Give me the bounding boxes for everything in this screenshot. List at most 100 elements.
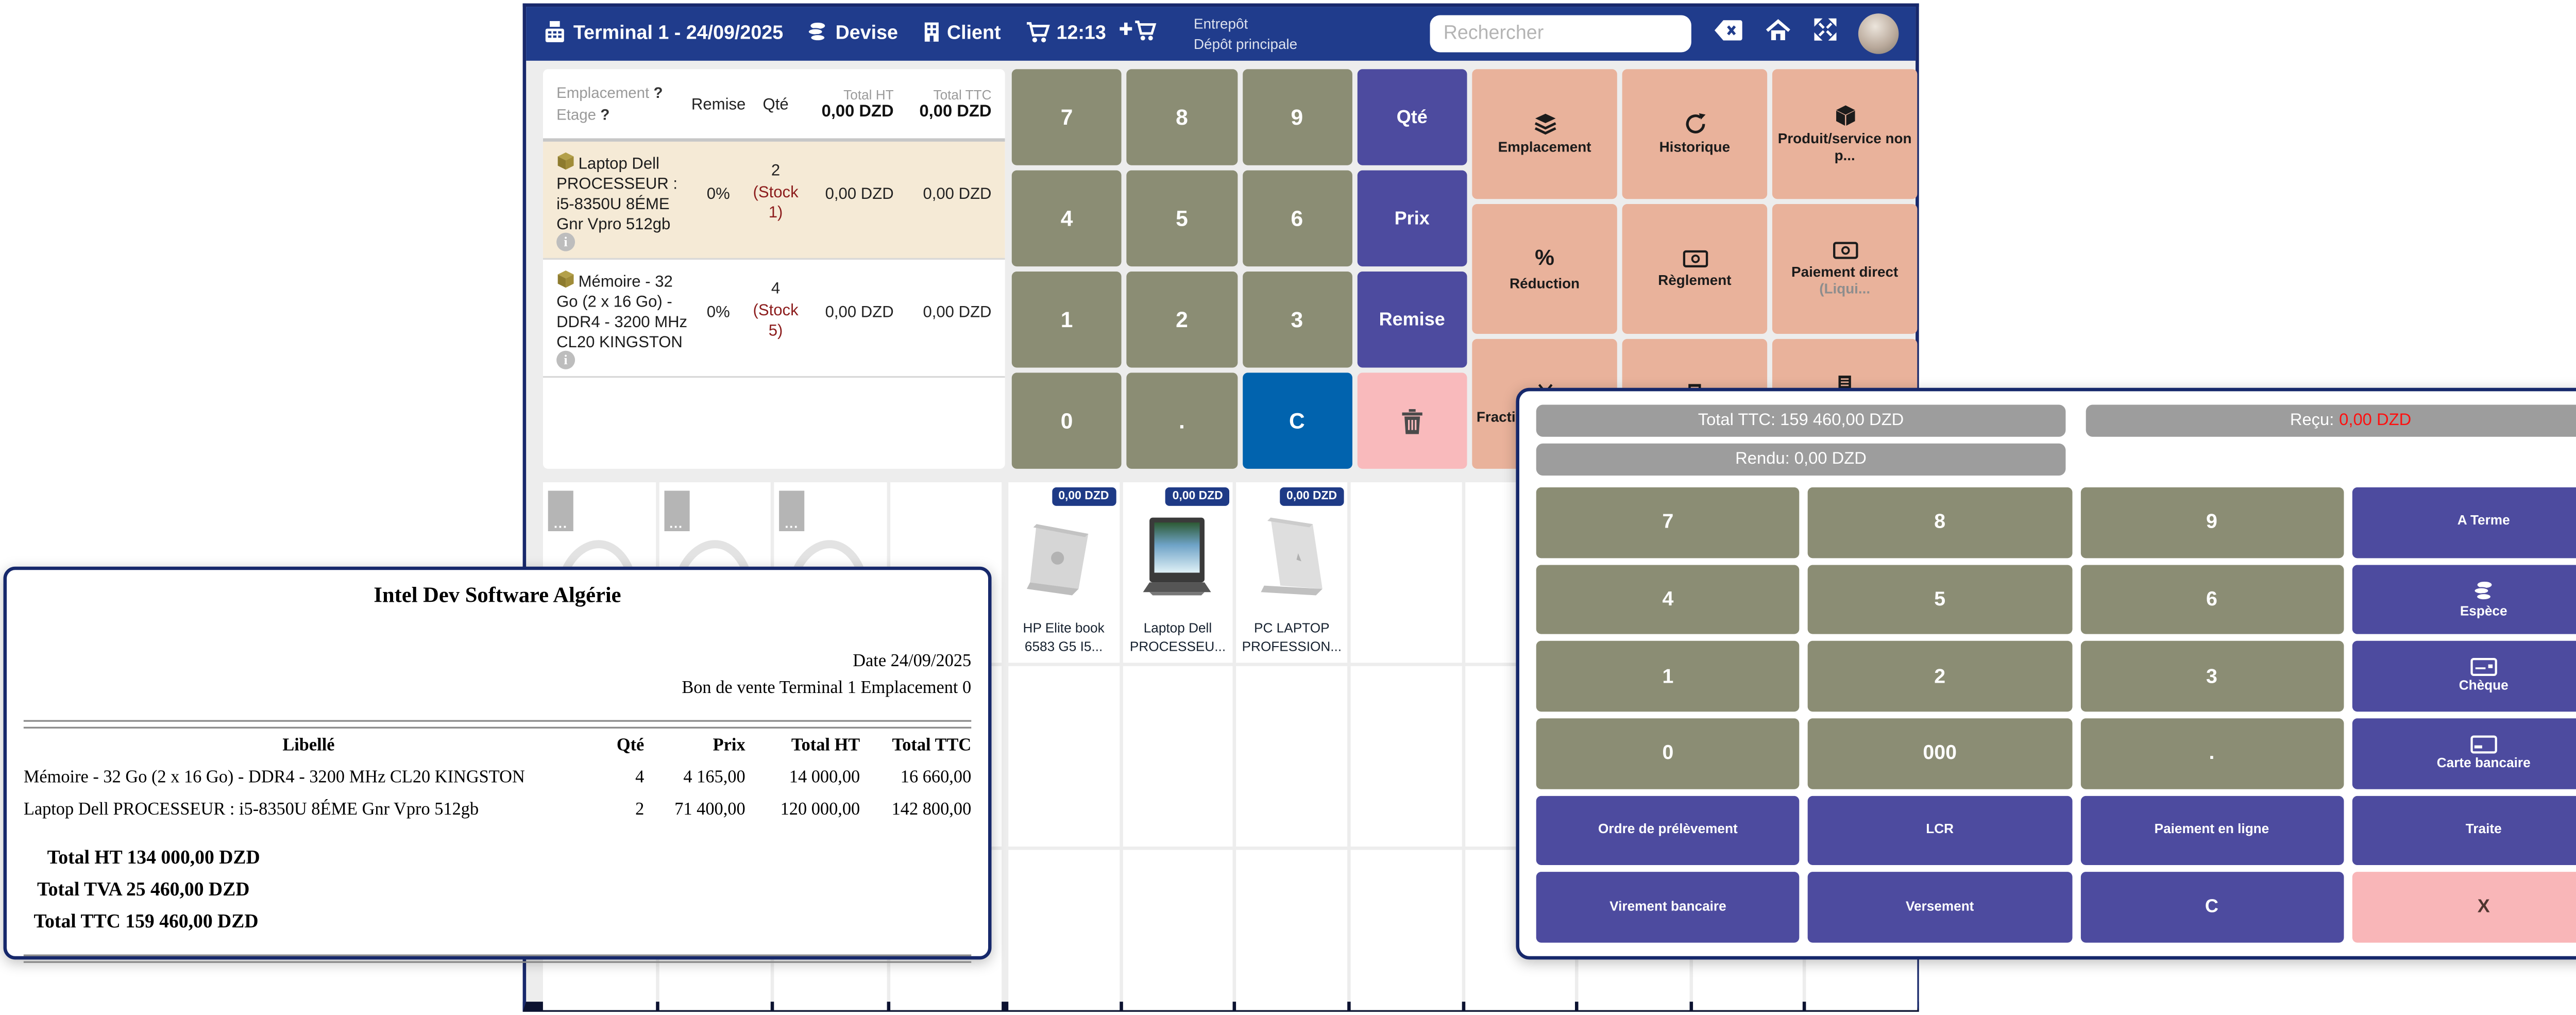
key-6[interactable]: 6 bbox=[1242, 171, 1352, 267]
info-icon[interactable]: i bbox=[556, 233, 575, 251]
empty-product-cell bbox=[1123, 666, 1233, 847]
cart-icon bbox=[1024, 20, 1049, 48]
cart-item-laptop-dell[interactable]: Laptop Dell PROCESSEUR : i5-8350U 8ÉME G… bbox=[543, 142, 1005, 260]
search-input[interactable] bbox=[1430, 15, 1691, 52]
divider bbox=[24, 954, 971, 962]
key-4[interactable]: 4 bbox=[1012, 171, 1122, 267]
cart-item-memoire[interactable]: Mémoire - 32 Go (2 x 16 Go) - DDR4 - 320… bbox=[543, 260, 1005, 378]
receipt-row: Mémoire - 32 Go (2 x 16 Go) - DDR4 - 320… bbox=[24, 768, 971, 788]
key-5[interactable]: 5 bbox=[1127, 171, 1237, 267]
pay-key-5[interactable]: 5 bbox=[1808, 564, 2071, 634]
home-button[interactable] bbox=[1766, 18, 1791, 49]
pay-method-espece[interactable]: Espèce bbox=[2352, 564, 2576, 634]
produit-service-button[interactable]: Produit/service non p... bbox=[1772, 69, 1917, 199]
empty-product-cell bbox=[1350, 482, 1461, 663]
item-qty: 4 (Stock 5) bbox=[745, 281, 806, 343]
pay-method-lcr[interactable]: LCR bbox=[1808, 796, 2071, 866]
item-total-ttc: 0,00 DZD bbox=[894, 303, 992, 322]
pay-key-000[interactable]: 000 bbox=[1808, 718, 2071, 788]
emplacement-button[interactable]: Emplacement bbox=[1472, 69, 1617, 199]
payment-total-display: Total TTC: 159 460,00 DZD bbox=[1536, 405, 2066, 437]
key-discount[interactable]: Remise bbox=[1357, 272, 1467, 368]
key-dot[interactable]: . bbox=[1127, 373, 1237, 469]
product-card-laptop-dell[interactable]: 0,00 DZD Laptop Dell PROCESSEU... bbox=[1123, 482, 1233, 663]
col-total-ht: Total HT bbox=[745, 736, 860, 756]
pay-key-0[interactable]: 0 bbox=[1536, 718, 1800, 788]
total-ttc-label: Total TTC bbox=[894, 88, 992, 103]
pay-key-9[interactable]: 9 bbox=[2080, 487, 2343, 557]
pay-key-7[interactable]: 7 bbox=[1536, 487, 1800, 557]
laptop-image bbox=[1023, 513, 1104, 601]
item-total-ttc: 0,00 DZD bbox=[894, 184, 992, 203]
empty-product-cell bbox=[1236, 850, 1347, 1010]
receipt-total-tva: Total TVA 25 460,00 DZD bbox=[24, 875, 971, 907]
expand-arrows-icon bbox=[1812, 17, 1838, 50]
empty-product-cell bbox=[1123, 850, 1233, 1010]
fullscreen-button[interactable] bbox=[1812, 17, 1838, 50]
row-total-ttc: 142 800,00 bbox=[860, 801, 971, 821]
key-qty[interactable]: Qté bbox=[1357, 69, 1467, 165]
method-label: Chèque bbox=[2459, 680, 2509, 695]
client-button[interactable]: Client bbox=[922, 20, 1001, 48]
user-avatar[interactable] bbox=[1858, 13, 1899, 54]
pay-method-paiement-en-ligne[interactable]: Paiement en ligne bbox=[2080, 796, 2343, 866]
reduction-button[interactable]: % Réduction bbox=[1472, 204, 1617, 334]
receipt-row: Laptop Dell PROCESSEUR : i5-8350U 8ÉME G… bbox=[24, 801, 971, 821]
payment-displays: Total TTC: 159 460,00 DZD Reçu: 0,00 DZD… bbox=[1536, 405, 2576, 476]
key-3[interactable]: 3 bbox=[1242, 272, 1352, 368]
receipt-totals: Total HT 134 000,00 DZD Total TVA 25 460… bbox=[24, 843, 971, 939]
pay-method-virement-bancaire[interactable]: Virement bancaire bbox=[1536, 872, 1800, 942]
col-prix: Prix bbox=[644, 736, 745, 756]
pay-key-4[interactable]: 4 bbox=[1536, 564, 1800, 634]
key-clear[interactable]: C bbox=[1242, 373, 1352, 469]
item-name: Laptop Dell PROCESSEUR : i5-8350U 8ÉME G… bbox=[556, 152, 691, 235]
paiement-direct-button[interactable]: Paiement direct (Liqui... bbox=[1772, 204, 1917, 334]
historique-button[interactable]: Historique bbox=[1622, 69, 1767, 199]
empty-product-cell bbox=[1008, 666, 1119, 847]
cart-time[interactable]: 12:13 bbox=[1024, 20, 1106, 48]
key-2[interactable]: 2 bbox=[1127, 272, 1237, 368]
action-label: Paiement direct (Liqui... bbox=[1775, 264, 1913, 297]
pay-key-dot[interactable]: . bbox=[2080, 718, 2343, 788]
key-0[interactable]: 0 bbox=[1012, 373, 1122, 469]
emplacement-label: Emplacement bbox=[556, 83, 649, 100]
package-icon bbox=[556, 270, 575, 289]
devise-button[interactable]: Devise bbox=[807, 20, 898, 48]
pay-method-versement[interactable]: Versement bbox=[1808, 872, 2071, 942]
pay-clear-button[interactable]: C bbox=[2080, 872, 2343, 942]
cart-total-ttc: Total TTC 0,00 DZD bbox=[894, 88, 992, 121]
location-selector[interactable]: Emplacement ? Etage ? bbox=[556, 82, 691, 127]
key-price[interactable]: Prix bbox=[1357, 171, 1467, 267]
pay-key-1[interactable]: 1 bbox=[1536, 641, 1800, 712]
backspace-button[interactable] bbox=[1713, 18, 1743, 49]
price-badge: 0,00 DZD bbox=[1166, 487, 1230, 506]
pay-key-8[interactable]: 8 bbox=[1808, 487, 2071, 557]
info-icon[interactable]: i bbox=[556, 351, 575, 369]
pay-key-3[interactable]: 3 bbox=[2080, 641, 2343, 712]
key-delete[interactable] bbox=[1357, 373, 1467, 469]
product-card-hp-elitebook[interactable]: 0,00 DZD HP Elite book 6583 G5 I5... bbox=[1008, 482, 1119, 663]
pay-method-a-terme[interactable]: A Terme bbox=[2352, 487, 2576, 557]
add-cart-button[interactable] bbox=[1120, 18, 1157, 49]
pay-method-carte-bancaire[interactable]: Carte bancaire bbox=[2352, 718, 2576, 788]
pay-close-button[interactable]: X bbox=[2352, 872, 2576, 942]
empty-product-cell bbox=[1350, 850, 1461, 1010]
key-9[interactable]: 9 bbox=[1242, 69, 1352, 165]
pay-method-traite[interactable]: Traite bbox=[2352, 796, 2576, 866]
received-label: Reçu: bbox=[2290, 412, 2334, 430]
etage-label: Etage bbox=[556, 106, 596, 123]
key-1[interactable]: 1 bbox=[1012, 272, 1122, 368]
terminal-button[interactable]: Terminal 1 - 24/09/2025 bbox=[543, 20, 783, 48]
total-ht-label: Total HT bbox=[806, 88, 893, 103]
pay-key-6[interactable]: 6 bbox=[2080, 564, 2343, 634]
reglement-button[interactable]: Règlement bbox=[1622, 204, 1767, 334]
pay-method-ordre-prelevement[interactable]: Ordre de prélèvement bbox=[1536, 796, 1800, 866]
pay-method-cheque[interactable]: Chèque bbox=[2352, 641, 2576, 712]
key-8[interactable]: 8 bbox=[1127, 69, 1237, 165]
row-price: 4 165,00 bbox=[644, 768, 745, 788]
col-remise: Remise bbox=[691, 95, 745, 114]
item-total-ht: 0,00 DZD bbox=[806, 184, 893, 203]
product-card-pc-laptop[interactable]: 0,00 DZD PC LAPTOP PROFESSION... bbox=[1236, 482, 1347, 663]
key-7[interactable]: 7 bbox=[1012, 69, 1122, 165]
pay-key-2[interactable]: 2 bbox=[1808, 641, 2071, 712]
